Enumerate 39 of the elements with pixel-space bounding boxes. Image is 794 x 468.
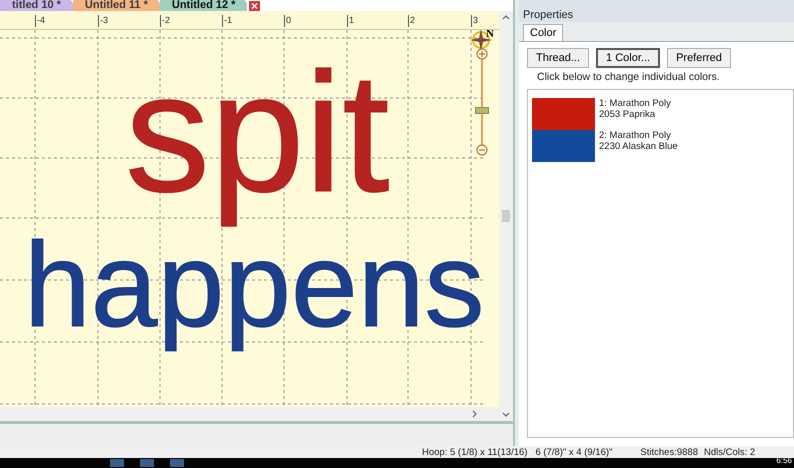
horizontal-scrollbar[interactable] [0, 407, 499, 421]
zoom-in-icon[interactable] [476, 48, 488, 60]
scroll-up-icon[interactable] [502, 15, 510, 20]
clock-text: 6:56 [776, 456, 792, 465]
panel-button[interactable]: 1 Color... [596, 48, 660, 68]
panel-button[interactable]: Preferred [667, 48, 731, 68]
panel-button[interactable]: Thread... [527, 48, 590, 68]
color-list[interactable]: 1: Marathon Poly 2053 Paprika 2: Marathon Poly 2230 Alaskan Blue [527, 89, 794, 438]
panel-tab[interactable]: Color [523, 24, 564, 41]
document-tab[interactable]: titled 10 * [0, 0, 73, 11]
panel-title: Properties [519, 8, 794, 22]
document-tab[interactable]: Untitled 12 * [160, 0, 248, 11]
scroll-thumb[interactable] [502, 210, 510, 222]
status-text: Hoop: 5 (1/8) x 11(13/16) [422, 446, 528, 458]
zoom-out-icon[interactable] [476, 144, 488, 156]
color-swatch[interactable] [532, 130, 595, 162]
ruler-label: -2 [160, 15, 170, 27]
ruler-label: -3 [98, 15, 108, 27]
compass-icon[interactable] [470, 30, 494, 52]
scroll-right-icon[interactable] [472, 410, 477, 418]
ruler-label: -4 [35, 15, 46, 27]
ruler-label: 2 [408, 15, 416, 27]
ruler-label: 3 [471, 15, 478, 27]
scroll-down-icon[interactable] [502, 412, 510, 417]
compass-label: N [486, 30, 494, 40]
status-text: Ndls/Cols: 2 [704, 446, 756, 458]
color-swatch[interactable] [532, 98, 595, 130]
thread-name: 2: Marathon Poly 2230 Alaskan Blue [599, 130, 678, 152]
status-text: Stitches:9888 [640, 446, 698, 458]
thread-name: 1: Marathon Poly 2053 Paprika [599, 98, 671, 120]
document-tab[interactable]: Untitled 11 * [72, 0, 160, 11]
vertical-scrollbar[interactable] [499, 11, 513, 421]
zoom-slider[interactable] [475, 48, 489, 156]
slider-thumb[interactable] [475, 107, 489, 114]
ruler-label: 0 [284, 15, 292, 27]
ruler-label: -1 [222, 15, 232, 27]
ruler-label: 1 [347, 15, 354, 27]
close-icon[interactable] [249, 1, 260, 11]
status-text: 6 (7/8)" x 4 (9/16)" [535, 446, 612, 458]
